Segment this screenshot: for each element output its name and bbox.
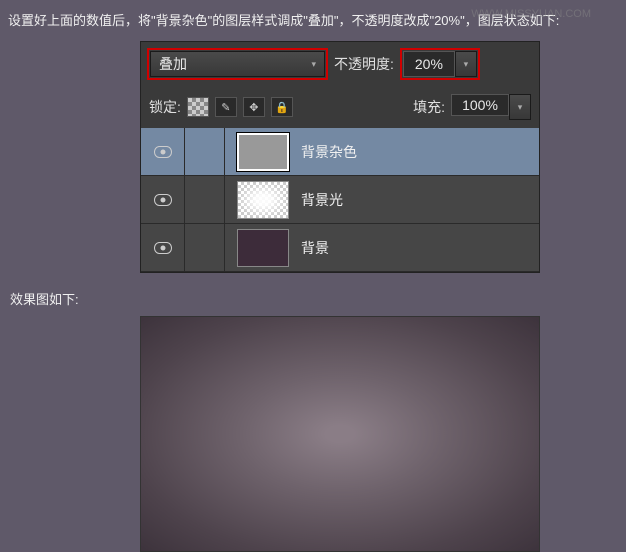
layer-row[interactable]: 背景杂色 — [141, 128, 539, 176]
blend-mode-value: 叠加 — [159, 54, 187, 74]
fill-dropdown-button[interactable]: ▾ — [509, 94, 531, 120]
opacity-input[interactable]: 20% — [403, 51, 455, 77]
lock-fill-row: 锁定: ✎ ✥ 🔒 填充: 100% ▾ — [141, 86, 539, 128]
lock-transparency-icon[interactable] — [187, 97, 209, 117]
layer-thumbnail[interactable] — [237, 229, 289, 267]
opacity-dropdown-button[interactable]: ▾ — [455, 51, 477, 77]
visibility-eye-icon[interactable] — [154, 242, 172, 254]
layer-name: 背景光 — [301, 190, 343, 210]
visibility-eye-icon[interactable] — [154, 146, 172, 158]
visibility-eye-icon[interactable] — [154, 194, 172, 206]
result-label: 效果图如下: — [0, 273, 626, 316]
opacity-label: 不透明度: — [334, 54, 394, 74]
chevron-down-icon: ▾ — [311, 59, 316, 70]
layers-panel: 叠加 ▾ 不透明度: 20% ▾ 锁定: ✎ ✥ 🔒 填充: 100% ▾ — [140, 41, 540, 273]
layer-indent — [185, 224, 225, 271]
layer-indent — [185, 128, 225, 175]
lock-all-icon[interactable]: 🔒 — [271, 97, 293, 117]
fill-input[interactable]: 100% — [451, 94, 509, 116]
layer-thumbnail[interactable] — [237, 181, 289, 219]
layer-name: 背景 — [301, 238, 329, 258]
blend-highlight: 叠加 ▾ — [147, 48, 328, 80]
chevron-down-icon: ▾ — [518, 102, 523, 113]
watermark: WWW.MISSYUAN.COM — [471, 8, 591, 20]
layer-thumbnail[interactable] — [237, 133, 289, 171]
blend-opacity-row: 叠加 ▾ 不透明度: 20% ▾ — [141, 42, 539, 86]
lock-label: 锁定: — [149, 97, 181, 117]
result-preview — [140, 316, 540, 552]
layers-list: 背景杂色 背景光 背景 — [141, 128, 539, 272]
layer-row[interactable]: 背景 — [141, 224, 539, 272]
lock-move-icon[interactable]: ✥ — [243, 97, 265, 117]
blend-mode-dropdown[interactable]: 叠加 ▾ — [150, 51, 325, 77]
chevron-down-icon: ▾ — [464, 59, 469, 70]
layer-indent — [185, 176, 225, 223]
fill-label: 填充: — [413, 97, 445, 117]
layer-row[interactable]: 背景光 — [141, 176, 539, 224]
opacity-highlight: 20% ▾ — [400, 48, 480, 80]
layer-name: 背景杂色 — [301, 142, 357, 162]
lock-brush-icon[interactable]: ✎ — [215, 97, 237, 117]
